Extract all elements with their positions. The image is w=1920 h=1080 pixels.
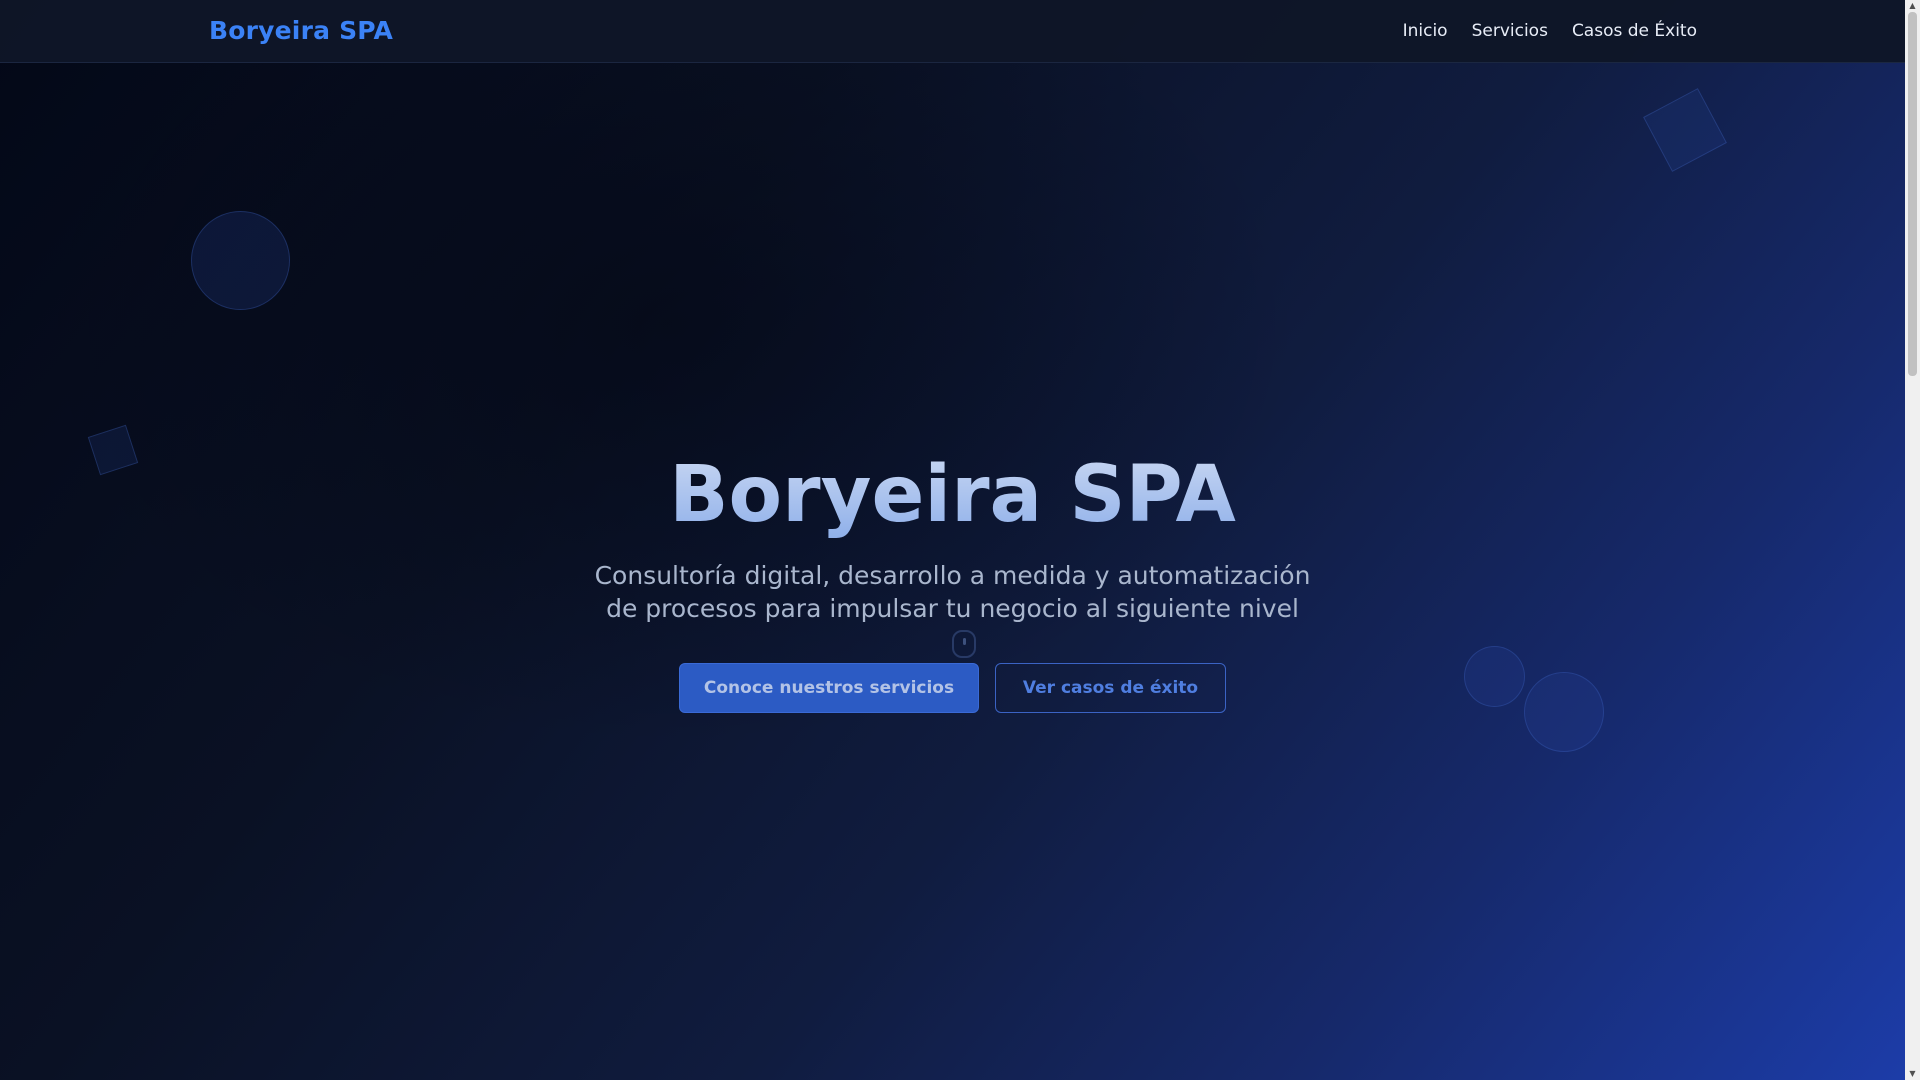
- brand-logo-link[interactable]: Boryeira SPA: [209, 16, 393, 45]
- vertical-scrollbar[interactable]: ▲ ▼: [1905, 0, 1920, 1080]
- mouse-scroll-icon: [952, 630, 976, 658]
- hero-section: Boryeira SPA Consultoría digital, desarr…: [0, 63, 1905, 1080]
- nav-links: Inicio Servicios Casos de Éxito: [1403, 21, 1697, 41]
- hero-buttons: Conoce nuestros servicios Ver casos de é…: [679, 663, 1226, 713]
- page-viewport: Boryeira SPA Inicio Servicios Casos de É…: [0, 0, 1905, 1080]
- services-button[interactable]: Conoce nuestros servicios: [679, 663, 979, 713]
- triangle-up-icon[interactable]: ▲: [1905, 0, 1920, 12]
- scrollbar-thumb[interactable]: [1908, 12, 1917, 376]
- hero-subtitle: Consultoría digital, desarrollo a medida…: [594, 561, 1311, 623]
- navbar: Boryeira SPA Inicio Servicios Casos de É…: [0, 0, 1905, 63]
- success-cases-button[interactable]: Ver casos de éxito: [995, 663, 1226, 713]
- nav-link-servicios[interactable]: Servicios: [1472, 21, 1548, 41]
- nav-link-inicio[interactable]: Inicio: [1403, 21, 1448, 41]
- triangle-down-icon[interactable]: ▼: [1905, 1068, 1920, 1080]
- hero-title: Boryeira SPA: [0, 452, 1905, 539]
- nav-link-casos-de-exito[interactable]: Casos de Éxito: [1572, 21, 1697, 41]
